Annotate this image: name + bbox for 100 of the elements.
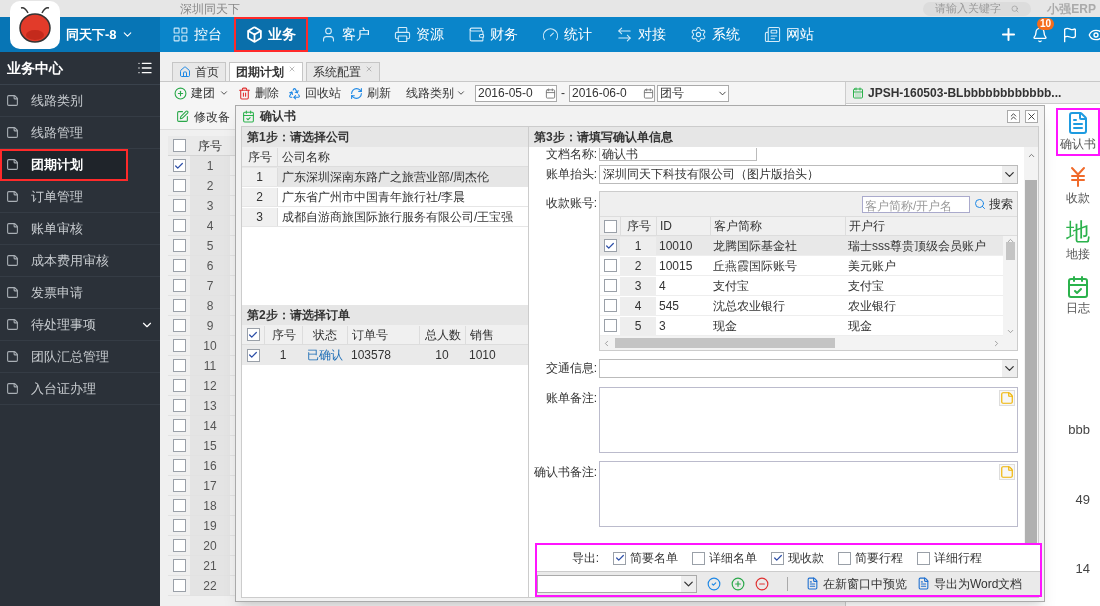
export-checkbox[interactable]: 详细行程	[917, 549, 982, 567]
toolbar-button[interactable]: 修改备	[194, 107, 230, 126]
checkbox[interactable]	[603, 259, 617, 272]
checkbox[interactable]	[172, 279, 186, 292]
checkbox[interactable]	[838, 551, 851, 565]
filter-dropdown[interactable]: 线路类别	[406, 84, 466, 102]
checkbox[interactable]	[172, 419, 186, 432]
checkbox[interactable]	[603, 279, 617, 292]
checkbox[interactable]	[603, 239, 617, 252]
account-name[interactable]: 同天下-8	[66, 24, 117, 45]
note-icon[interactable]	[999, 464, 1015, 480]
checkbox[interactable]	[172, 359, 186, 372]
checkbox[interactable]	[771, 551, 784, 565]
plus-icon[interactable]	[731, 576, 745, 591]
export-checkbox[interactable]: 详细名单	[692, 549, 757, 567]
checkbox[interactable]	[172, 439, 186, 452]
checkbox[interactable]	[172, 239, 186, 252]
checkbox[interactable]	[172, 139, 186, 152]
checkbox[interactable]	[172, 319, 186, 332]
select-field[interactable]	[537, 574, 697, 593]
field-select[interactable]: 团号	[657, 84, 729, 102]
sidebar-item[interactable]: 团队汇总管理	[0, 341, 160, 373]
checkbox[interactable]	[172, 459, 186, 472]
date-field[interactable]: 2016-05-0	[475, 84, 557, 102]
nav-tab[interactable]: 网站	[752, 17, 826, 52]
nav-tab[interactable]: 统计	[530, 17, 604, 52]
text-area[interactable]	[599, 461, 1018, 527]
toolbar-button[interactable]: 删除	[238, 84, 279, 102]
toolbar-button[interactable]: 刷新	[350, 84, 391, 102]
export-checkbox[interactable]: 现收款	[771, 549, 824, 567]
select-field[interactable]	[599, 358, 1018, 378]
checkbox[interactable]	[246, 328, 260, 341]
checkbox[interactable]	[172, 259, 186, 272]
scroll-thumb[interactable]	[1005, 242, 1015, 260]
collapse-icon[interactable]	[137, 60, 153, 76]
checkbox[interactable]	[603, 319, 617, 332]
export-word-button[interactable]: 导出为Word文档	[917, 574, 1023, 593]
scrollbar[interactable]	[1024, 147, 1038, 543]
company-row[interactable]: 2 广东省广州市中国青年旅行社/李晨	[242, 187, 528, 207]
company-row[interactable]: 3 成都自游商旅国际旅行服务有限公司/王宝强	[242, 207, 528, 227]
bell-icon[interactable]	[1032, 26, 1048, 43]
scroll-up-icon[interactable]	[1026, 151, 1036, 160]
nav-tab[interactable]: 财务	[456, 17, 530, 52]
page-tab[interactable]: 团期计划	[229, 62, 303, 81]
search-button[interactable]: 搜索	[974, 195, 1013, 213]
checkbox[interactable]	[172, 159, 186, 172]
checkbox[interactable]	[172, 539, 186, 552]
nav-tab[interactable]: 资源	[382, 17, 456, 52]
page-tab[interactable]: 首页	[172, 62, 226, 81]
preview-button[interactable]: 在新窗口中预览	[806, 574, 907, 593]
tool-button[interactable]: 地 地接	[1055, 216, 1100, 266]
checkbox[interactable]	[172, 339, 186, 352]
nav-tab[interactable]: 系统	[678, 17, 752, 52]
checkbox[interactable]	[603, 219, 617, 233]
search-field[interactable]: 客户简称/开户名	[862, 195, 970, 213]
add-icon[interactable]	[999, 25, 1018, 44]
sidebar-item[interactable]: 成本费用审核	[0, 245, 160, 277]
checkbox[interactable]	[172, 399, 186, 412]
checkbox[interactable]	[172, 579, 186, 592]
account-row[interactable]: 5 3 现金 现金	[600, 316, 1003, 336]
sidebar-item[interactable]: 入台证办理	[0, 373, 160, 405]
toolbar-button[interactable]: 回收站	[288, 84, 341, 102]
scrollbar[interactable]	[1003, 236, 1017, 336]
flag-icon[interactable]	[1062, 26, 1078, 43]
text-area[interactable]	[599, 387, 1018, 453]
text-field[interactable]: 确认书	[599, 148, 757, 161]
nav-tab[interactable]: 对接	[604, 17, 678, 52]
minus-icon[interactable]	[755, 576, 769, 591]
checkbox[interactable]	[172, 219, 186, 232]
sidebar-item[interactable]: 发票申请	[0, 277, 160, 309]
sidebar-item[interactable]: 待处理事项	[0, 309, 160, 341]
nav-tab[interactable]: 客户	[308, 17, 382, 52]
tool-button[interactable]: 确认书	[1055, 108, 1100, 156]
company-row[interactable]: 1 广东深圳深南东路广之旅营业部/周杰伦	[242, 167, 528, 187]
checkbox[interactable]	[172, 499, 186, 512]
checkbox[interactable]	[917, 551, 930, 565]
account-row[interactable]: 1 10010 龙腾国际基金社 瑞士sss尊贵顶级会员账户	[600, 236, 1003, 256]
export-checkbox[interactable]: 简要行程	[838, 549, 903, 567]
scroll-left-icon[interactable]	[602, 338, 611, 348]
checkbox[interactable]	[172, 299, 186, 312]
sidebar-item[interactable]: 团期计划	[0, 149, 128, 181]
sidebar-item[interactable]: 账单审核	[0, 213, 160, 245]
checkbox[interactable]	[172, 559, 186, 572]
nav-tab[interactable]: 控台	[160, 17, 234, 52]
select-field[interactable]: 深圳同天下科技有限公司（图片版抬头）	[599, 164, 1018, 184]
account-row[interactable]: 3 4 支付宝 支付宝	[600, 276, 1003, 296]
checkbox[interactable]	[172, 199, 186, 212]
scrollbar[interactable]	[600, 336, 1017, 350]
scroll-up-icon[interactable]	[1005, 236, 1015, 245]
sidebar-item[interactable]: 订单管理	[0, 181, 160, 213]
date-field[interactable]: 2016-06-0	[569, 84, 655, 102]
note-icon[interactable]	[999, 390, 1015, 406]
search-field[interactable]: 请输入关键字	[923, 1, 1032, 16]
tool-button[interactable]: 收款	[1055, 162, 1100, 210]
checkbox[interactable]	[603, 299, 617, 312]
checkbox[interactable]	[246, 348, 260, 362]
toolbar-button[interactable]: 建团	[174, 84, 229, 102]
account-row[interactable]: 2 10015 丘燕霞国际账号 美元账户	[600, 256, 1003, 276]
account-row[interactable]: 4 545 沈总农业银行 农业银行	[600, 296, 1003, 316]
export-checkbox[interactable]: 简要名单	[613, 549, 678, 567]
